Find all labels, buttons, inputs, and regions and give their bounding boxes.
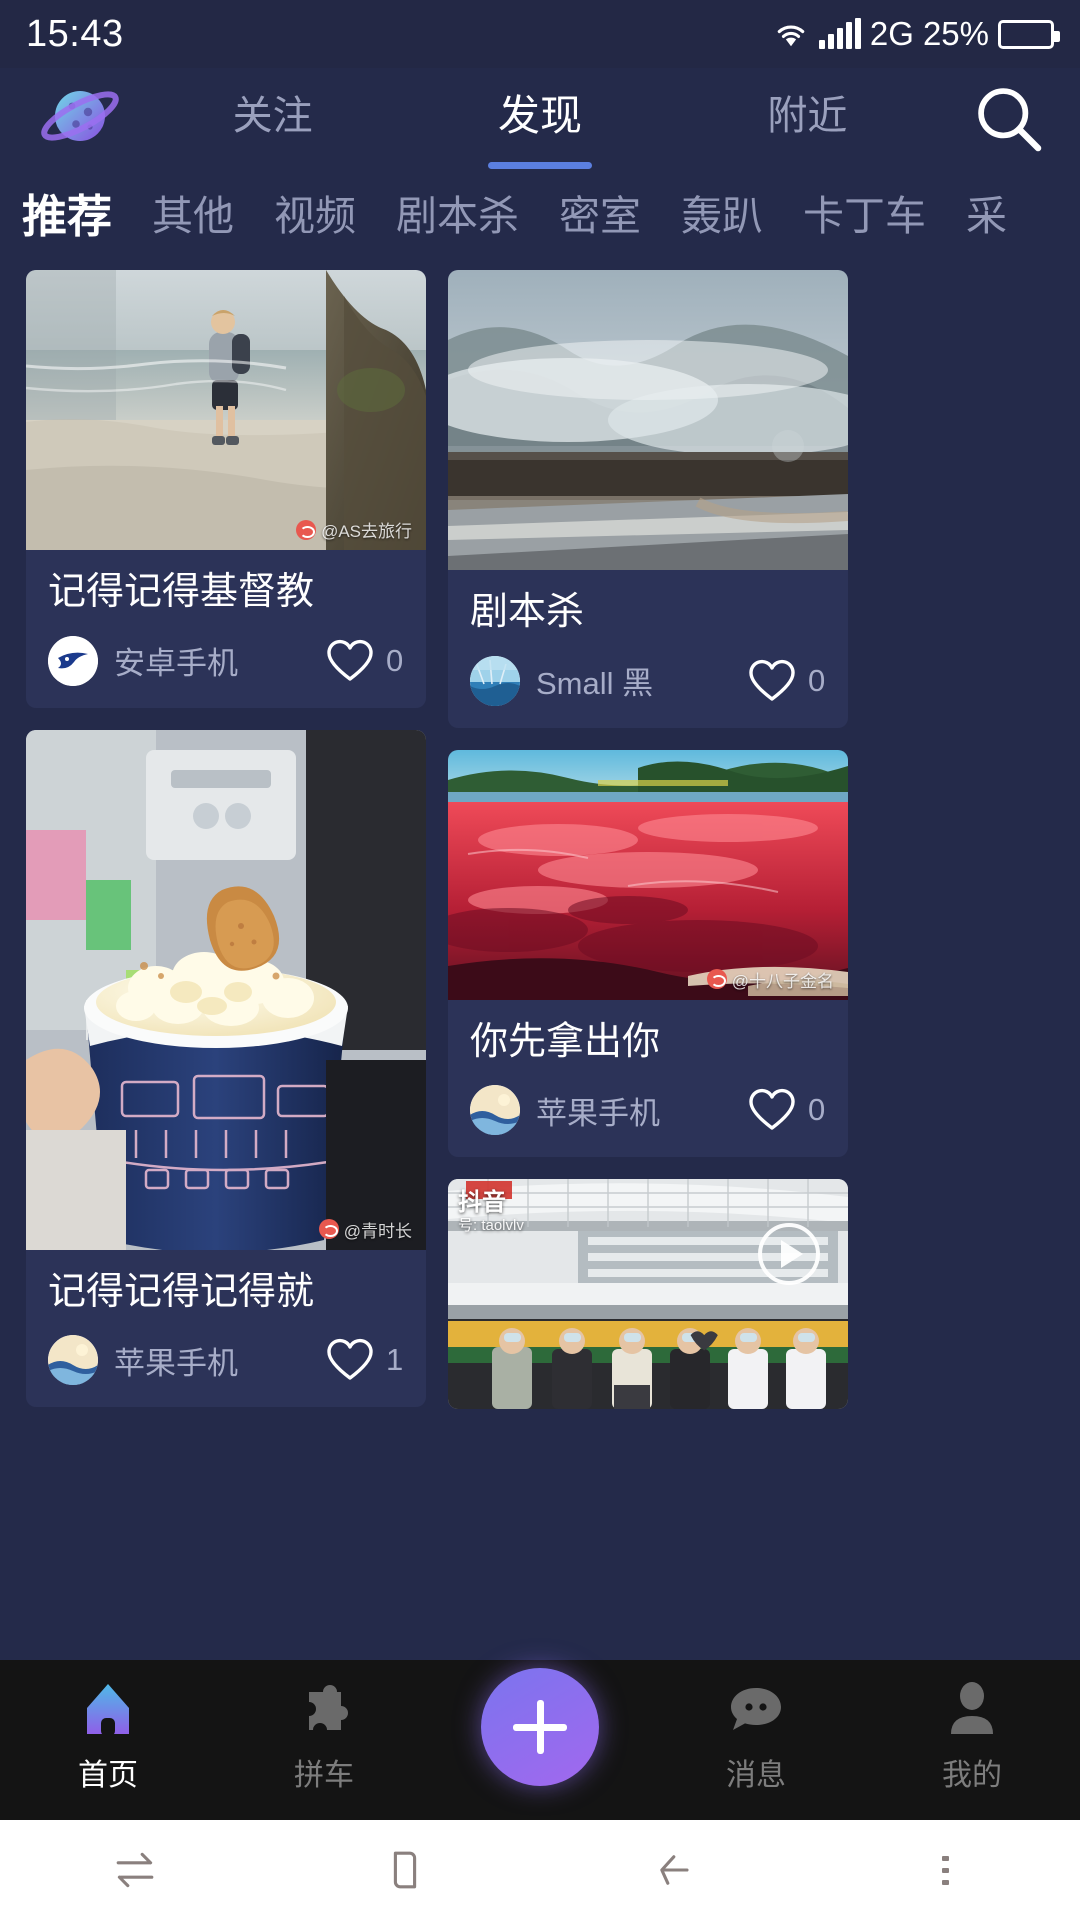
- feed-left-column: @AS去旅行 记得记得基督教 安卓手机 0 @青时长 记得记得记得就 苹果手机 …: [26, 270, 426, 1409]
- card-author[interactable]: 苹果手机: [536, 1088, 738, 1133]
- tab-carpool[interactable]: 拼车: [216, 1678, 432, 1794]
- home-icon: [77, 1678, 139, 1740]
- play-icon[interactable]: [758, 1223, 820, 1286]
- avatar[interactable]: [470, 655, 520, 706]
- feed-card[interactable]: @AS去旅行 记得记得基督教 安卓手机 0: [26, 270, 426, 708]
- avatar[interactable]: [470, 1085, 520, 1136]
- network-type-label: 2G: [869, 15, 914, 52]
- card-media[interactable]: [448, 270, 848, 570]
- category-item-party[interactable]: 轰趴: [681, 182, 763, 242]
- category-item-more[interactable]: 采: [966, 182, 1007, 242]
- tab-home[interactable]: 首页: [0, 1678, 216, 1794]
- create-post-fab[interactable]: [481, 1668, 599, 1786]
- card-body: 剧本杀 Small 黑 0: [448, 570, 848, 728]
- planet-logo-icon[interactable]: [34, 82, 130, 154]
- tab-follow[interactable]: 关注: [233, 83, 313, 153]
- card-author[interactable]: 苹果手机: [114, 1338, 316, 1383]
- app-root: 15:43 2G 25% 关注 发现 附近 推荐 其他 视频 剧本杀 密室 轰趴…: [0, 0, 1080, 1920]
- feed-right-column: 剧本杀 Small 黑 0 @十八子金名 你先拿出你 苹果手机 0 抖音 号: …: [448, 270, 848, 1410]
- status-clock: 15:43: [26, 12, 124, 55]
- like-count: 0: [808, 662, 826, 698]
- card-meta: 苹果手机 0: [470, 1085, 826, 1136]
- chat-bubble-icon: [725, 1678, 787, 1740]
- category-strip[interactable]: 推荐 其他 视频 剧本杀 密室 轰趴 卡丁车 采: [0, 168, 1080, 256]
- card-meta: Small 黑 0: [470, 655, 826, 706]
- battery-percent-label: 25%: [922, 15, 989, 52]
- like-count: 1: [386, 1342, 404, 1378]
- battery-icon: [998, 19, 1060, 49]
- card-media[interactable]: 抖音 号: taolvlv: [448, 1179, 848, 1410]
- tab-discover[interactable]: 发现: [498, 82, 582, 155]
- card-body: 你先拿出你 苹果手机 0: [448, 1000, 848, 1158]
- card-title: 剧本杀: [470, 591, 585, 633]
- card-title: 记得记得基督教: [48, 571, 315, 613]
- weibo-logo-icon: [318, 1219, 339, 1240]
- status-bar: 15:43 2G 25%: [0, 0, 1080, 68]
- image-watermark: @青时长: [318, 1217, 412, 1242]
- card-title: 记得记得记得就: [48, 1270, 315, 1313]
- menu-dots-icon[interactable]: [810, 1855, 1080, 1885]
- like-button[interactable]: 1: [326, 1338, 404, 1382]
- tab-label: 首页: [78, 1759, 138, 1792]
- top-nav: 关注 发现 附近: [0, 68, 1080, 168]
- image-watermark: @十八子金名: [706, 967, 834, 992]
- feed-card[interactable]: @青时长 记得记得记得就 苹果手机 1: [26, 729, 426, 1408]
- tab-profile[interactable]: 我的: [864, 1678, 1080, 1794]
- heart-icon[interactable]: [326, 1338, 374, 1382]
- avatar[interactable]: [48, 1335, 98, 1386]
- category-item-other[interactable]: 其他: [152, 182, 234, 242]
- card-media[interactable]: @AS去旅行: [26, 270, 426, 550]
- tab-label: 拼车: [294, 1759, 354, 1792]
- feed-card-video[interactable]: 抖音 号: taolvlv: [448, 1179, 848, 1410]
- like-button[interactable]: 0: [748, 1088, 826, 1132]
- feed-card[interactable]: 剧本杀 Small 黑 0: [448, 270, 848, 728]
- card-body: 记得记得记得就 苹果手机 1: [26, 1250, 426, 1408]
- tab-label: 我的: [942, 1759, 1002, 1792]
- category-item-script-murder[interactable]: 剧本杀: [396, 182, 519, 242]
- system-nav-bar: [0, 1820, 1080, 1920]
- feed-scroll-area[interactable]: @AS去旅行 记得记得基督教 安卓手机 0 @青时长 记得记得记得就 苹果手机 …: [0, 256, 1080, 1660]
- search-icon[interactable]: [970, 80, 1046, 156]
- wifi-icon: [772, 19, 810, 49]
- card-media[interactable]: @十八子金名: [448, 749, 848, 1000]
- video-source-watermark: 抖音 号: taolvlv: [458, 1189, 524, 1234]
- switch-arrows-icon[interactable]: [0, 1846, 270, 1894]
- feed-card[interactable]: @十八子金名 你先拿出你 苹果手机 0: [448, 749, 848, 1158]
- card-meta: 苹果手机 1: [48, 1335, 404, 1386]
- card-body: 记得记得基督教 安卓手机 0: [26, 550, 426, 708]
- like-count: 0: [386, 642, 404, 678]
- image-watermark: @AS去旅行: [296, 517, 412, 542]
- like-count: 0: [808, 1092, 826, 1128]
- bottom-tab-bar: 首页 拼车 消息 我的: [0, 1660, 1080, 1820]
- avatar[interactable]: [48, 635, 98, 686]
- weibo-logo-icon: [706, 969, 727, 990]
- tab-messages[interactable]: 消息: [648, 1678, 864, 1794]
- card-meta: 安卓手机 0: [48, 635, 404, 686]
- card-author[interactable]: 安卓手机: [114, 638, 316, 683]
- back-arrow-icon[interactable]: [540, 1846, 810, 1894]
- person-icon: [941, 1678, 1003, 1740]
- heart-icon[interactable]: [748, 1088, 796, 1132]
- category-item-escape-room[interactable]: 密室: [559, 182, 641, 242]
- category-item-karting[interactable]: 卡丁车: [803, 182, 926, 242]
- heart-icon[interactable]: [326, 639, 374, 683]
- status-indicators: 2G 25%: [772, 15, 1060, 53]
- like-button[interactable]: 0: [748, 659, 826, 703]
- puzzle-icon: [293, 1678, 355, 1740]
- tab-label: 消息: [726, 1759, 786, 1792]
- card-title: 你先拿出你: [470, 1020, 661, 1063]
- heart-icon[interactable]: [748, 659, 796, 703]
- tab-nearby[interactable]: 附近: [767, 83, 847, 153]
- card-media[interactable]: @青时长: [26, 729, 426, 1250]
- category-item-recommend[interactable]: 推荐: [22, 180, 112, 245]
- category-item-video[interactable]: 视频: [274, 182, 356, 242]
- weibo-logo-icon: [296, 519, 317, 540]
- card-author[interactable]: Small 黑: [536, 658, 738, 703]
- signal-bars-icon: [818, 18, 861, 49]
- recents-square-icon[interactable]: [270, 1846, 540, 1894]
- main-tabs: 关注 发现 附近: [130, 82, 970, 155]
- like-button[interactable]: 0: [326, 639, 404, 683]
